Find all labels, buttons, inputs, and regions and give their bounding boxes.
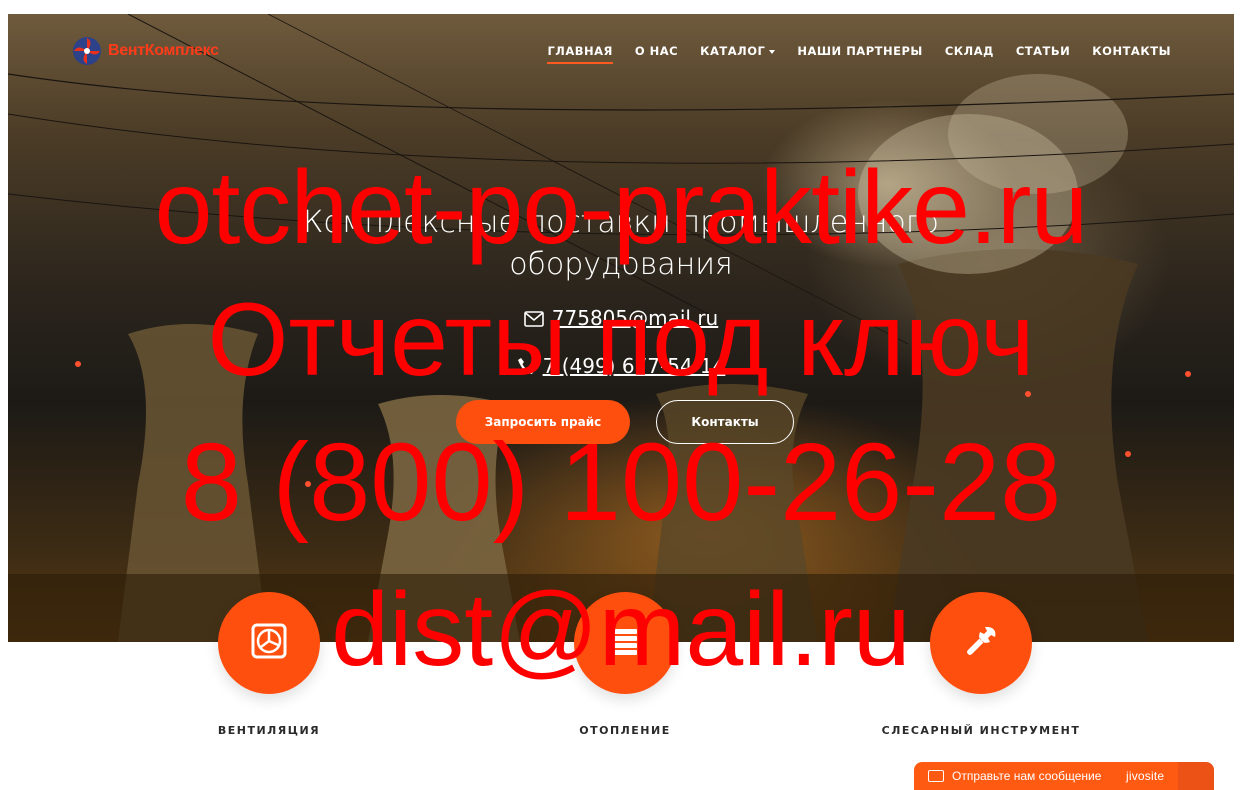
top-navigation: ВентКомплекс ГЛАВНАЯ О НАС КАТАЛОГ НАШИ … [8, 14, 1234, 90]
hero-banner: ВентКомплекс ГЛАВНАЯ О НАС КАТАЛОГ НАШИ … [8, 14, 1234, 642]
email-text: 775805@mail.ru [551, 306, 719, 330]
nav-item-partners[interactable]: НАШИ ПАРТНЕРЫ [786, 44, 933, 58]
message-icon [928, 770, 944, 782]
contacts-button[interactable]: Контакты [656, 400, 794, 444]
chat-prompt: Отправьте нам сообщение [952, 769, 1102, 783]
brand-name: ВентКомплекс [108, 42, 219, 59]
feature-heating-label: ОТОПЛЕНИЕ [579, 724, 671, 737]
phone-link[interactable]: 7 (499) 677-54-14 [8, 354, 1234, 380]
nav-item-warehouse[interactable]: СКЛАД [934, 44, 1005, 58]
caret-down-icon [769, 49, 776, 54]
brand-logo[interactable]: ВентКомплекс [70, 34, 219, 68]
nav-item-home[interactable]: ГЛАВНАЯ [536, 44, 623, 64]
chat-tab-edge [1178, 762, 1214, 790]
feature-ventilation-label: ВЕНТИЛЯЦИЯ [217, 724, 321, 737]
hero-title-line-1: Комплексные поставки промышленного [303, 205, 939, 240]
feature-tools-label: СЛЕСАРНЫЙ ИНСТРУМЕНТ [881, 724, 1081, 737]
chat-widget[interactable]: Отправьте нам сообщение jivosite [914, 762, 1214, 790]
radiator-icon [605, 621, 645, 666]
chat-brand-label: jivosite [1126, 769, 1165, 783]
nav-item-catalog[interactable]: КАТАЛОГ [689, 44, 786, 58]
wrench-icon [961, 621, 1001, 666]
nav-item-catalog-label: КАТАЛОГ [700, 44, 766, 58]
ventilation-icon [249, 621, 289, 666]
phone-text: 7 (499) 677-54-14 [542, 354, 726, 378]
phone-icon [517, 356, 535, 380]
hero-title-line-2: оборудования [509, 247, 733, 282]
hero-title: Комплексные поставки промышленного обору… [8, 202, 1234, 286]
feature-tools-circle[interactable] [930, 592, 1032, 694]
feature-heating-circle[interactable] [574, 592, 676, 694]
nav-item-articles[interactable]: СТАТЬИ [1005, 44, 1081, 58]
request-price-button[interactable]: Запросить прайс [456, 400, 630, 444]
envelope-icon [523, 308, 544, 332]
nav-item-contacts[interactable]: КОНТАКТЫ [1081, 44, 1182, 58]
main-menu: ГЛАВНАЯ О НАС КАТАЛОГ НАШИ ПАРТНЕРЫ СКЛА… [536, 44, 1182, 64]
feature-ventilation-circle[interactable] [218, 592, 320, 694]
email-link[interactable]: 775805@mail.ru [8, 306, 1234, 332]
page: ВентКомплекс ГЛАВНАЯ О НАС КАТАЛОГ НАШИ … [8, 14, 1234, 790]
nav-item-about[interactable]: О НАС [624, 44, 689, 58]
fan-logo-icon [70, 34, 104, 68]
